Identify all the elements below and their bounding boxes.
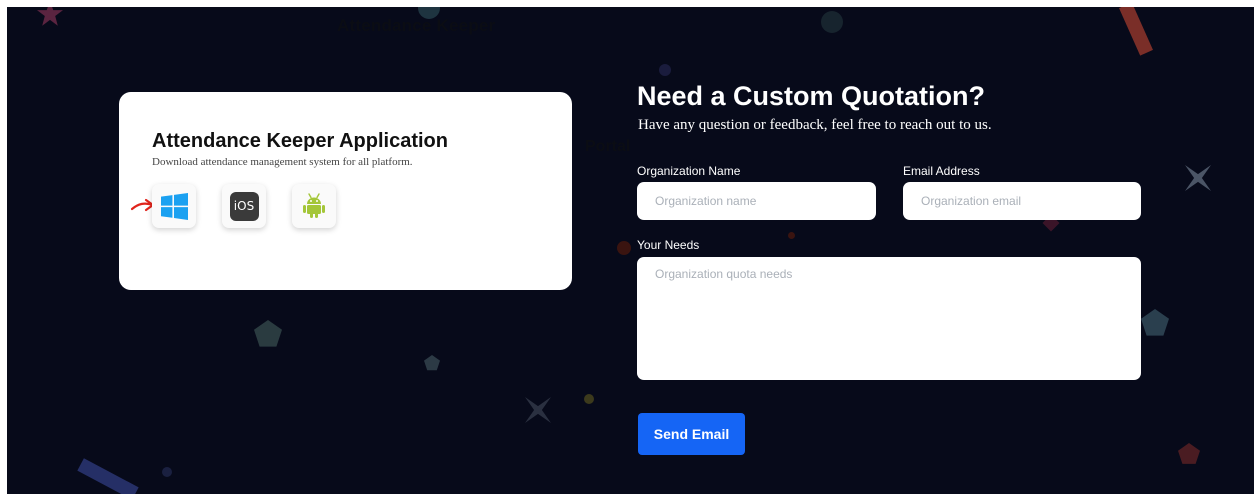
page-background: Attendance Keeper Portal Attendance Keep… bbox=[7, 7, 1254, 494]
ios-download-button[interactable]: iOS bbox=[222, 184, 266, 228]
app-card-subtitle: Download attendance management system fo… bbox=[152, 156, 413, 168]
windows-icon bbox=[160, 192, 188, 220]
pentagon-decoration bbox=[254, 320, 282, 347]
needs-textarea[interactable] bbox=[637, 257, 1141, 380]
ios-icon: iOS bbox=[229, 191, 259, 221]
background-brand-text: Attendance Keeper bbox=[337, 16, 496, 35]
email-label: Email Address bbox=[903, 164, 980, 178]
email-input[interactable] bbox=[903, 182, 1141, 220]
background-portal-text: Portal bbox=[585, 138, 631, 155]
org-name-label: Organization Name bbox=[637, 164, 741, 178]
pentagon-decoration bbox=[1178, 443, 1200, 464]
star-decoration bbox=[525, 397, 551, 423]
star-decoration bbox=[1185, 165, 1211, 191]
star-decoration bbox=[37, 7, 63, 26]
circle-decoration bbox=[617, 241, 631, 255]
circle-decoration bbox=[584, 394, 594, 404]
org-name-input[interactable] bbox=[637, 182, 876, 220]
android-download-button[interactable] bbox=[292, 184, 336, 228]
circle-decoration bbox=[821, 11, 843, 33]
bar-decoration bbox=[77, 458, 139, 494]
android-icon bbox=[303, 193, 325, 218]
pentagon-decoration bbox=[424, 355, 440, 371]
send-email-button[interactable]: Send Email bbox=[638, 413, 745, 455]
quotation-subheading: Have any question or feedback, feel free… bbox=[638, 117, 992, 133]
needs-label: Your Needs bbox=[637, 238, 700, 252]
circle-decoration bbox=[788, 232, 795, 239]
circle-decoration bbox=[162, 467, 172, 477]
circle-decoration bbox=[659, 64, 671, 76]
quotation-heading: Need a Custom Quotation? bbox=[637, 81, 986, 111]
windows-download-button[interactable] bbox=[152, 184, 196, 228]
app-download-card: Attendance Keeper Application Download a… bbox=[119, 92, 572, 290]
bar-decoration bbox=[1119, 7, 1153, 56]
pentagon-decoration bbox=[1141, 309, 1169, 336]
app-card-title: Attendance Keeper Application bbox=[152, 130, 448, 152]
